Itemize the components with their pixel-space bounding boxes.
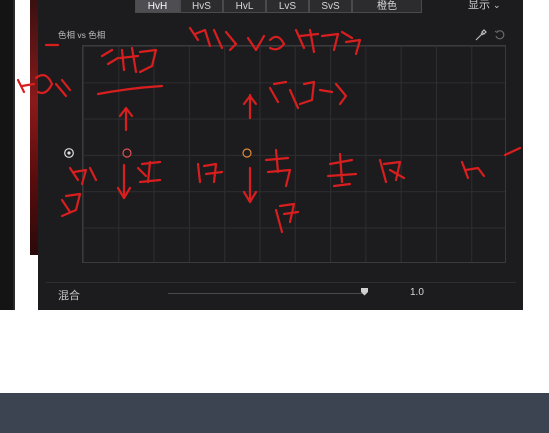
bottom-bar [0,393,549,433]
handwriting-annotation [16,26,522,234]
